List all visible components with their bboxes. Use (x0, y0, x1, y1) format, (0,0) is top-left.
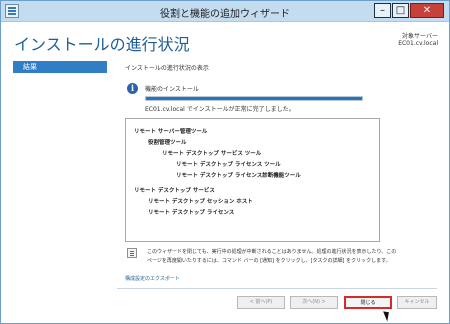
export-settings-link[interactable]: 構成設定のエクスポート (125, 275, 180, 282)
mouse-cursor-icon (383, 309, 392, 322)
page-title: インストールの進行状況 (14, 35, 190, 54)
wizard-sidebar: 結果 (13, 61, 107, 279)
destination-server-label: 対象サーバー (402, 33, 438, 40)
note-text-line: このウィザードを閉じても、実行中の処理が中断されることはありません。処理の進行状… (147, 249, 397, 255)
result-item: リモート デスクトップ セッション ホスト (148, 199, 253, 205)
wizard-header: インストールの進行状況 対象サーバー EC01.cv.local (2, 23, 448, 59)
result-item: 役割管理ツール (148, 140, 187, 146)
note-icon (127, 248, 137, 258)
results-list: リモート サーバー管理ツール 役割管理ツール リモート デスクトップ サービス … (125, 118, 380, 242)
title-bar: 役割と機能の追加ウィザード – □ ✕ (1, 1, 449, 22)
sidebar-item-results[interactable]: 結果 (13, 61, 107, 73)
result-item: リモート デスクトップ ライセンス診断機能ツール (176, 173, 301, 179)
minimize-button[interactable]: – (374, 3, 391, 18)
status-message: EC01.cv.local でインストールが正常に完了しました。 (145, 106, 295, 113)
note-text-line: ページを再度開いたりするには、コマンド バーの [通知] をクリックし、[タスク… (147, 258, 391, 264)
result-item: リモート デスクトップ ライセンス (148, 210, 235, 216)
footer-divider (117, 288, 437, 289)
main-content: インストールの進行状況の表示 i 機能のインストール EC01.cv.local… (117, 61, 437, 282)
wizard-window: 役割と機能の追加ウィザード – □ ✕ インストールの進行状況 対象サーバー E… (0, 0, 450, 324)
progress-fill (146, 97, 362, 100)
result-item: リモート サーバー管理ツール (134, 129, 208, 135)
close-window-button[interactable]: ✕ (410, 3, 444, 18)
info-icon: i (127, 83, 138, 94)
section-label: インストールの進行状況の表示 (125, 65, 209, 72)
close-button[interactable]: 閉じる (344, 296, 392, 309)
result-item: リモート デスクトップ サービス ツール (162, 151, 262, 157)
status-title: 機能のインストール (145, 86, 199, 93)
result-item: リモート デスクトップ ライセンス ツール (176, 162, 281, 168)
progress-bar (145, 96, 363, 101)
maximize-button[interactable]: □ (392, 3, 409, 18)
cancel-button[interactable]: キャンセル (397, 296, 437, 309)
destination-server-name: EC01.cv.local (398, 40, 438, 47)
previous-button[interactable]: < 前へ(P) (237, 296, 285, 309)
next-button[interactable]: 次へ(N) > (290, 296, 338, 309)
result-item: リモート デスクトップ サービス (134, 188, 215, 194)
